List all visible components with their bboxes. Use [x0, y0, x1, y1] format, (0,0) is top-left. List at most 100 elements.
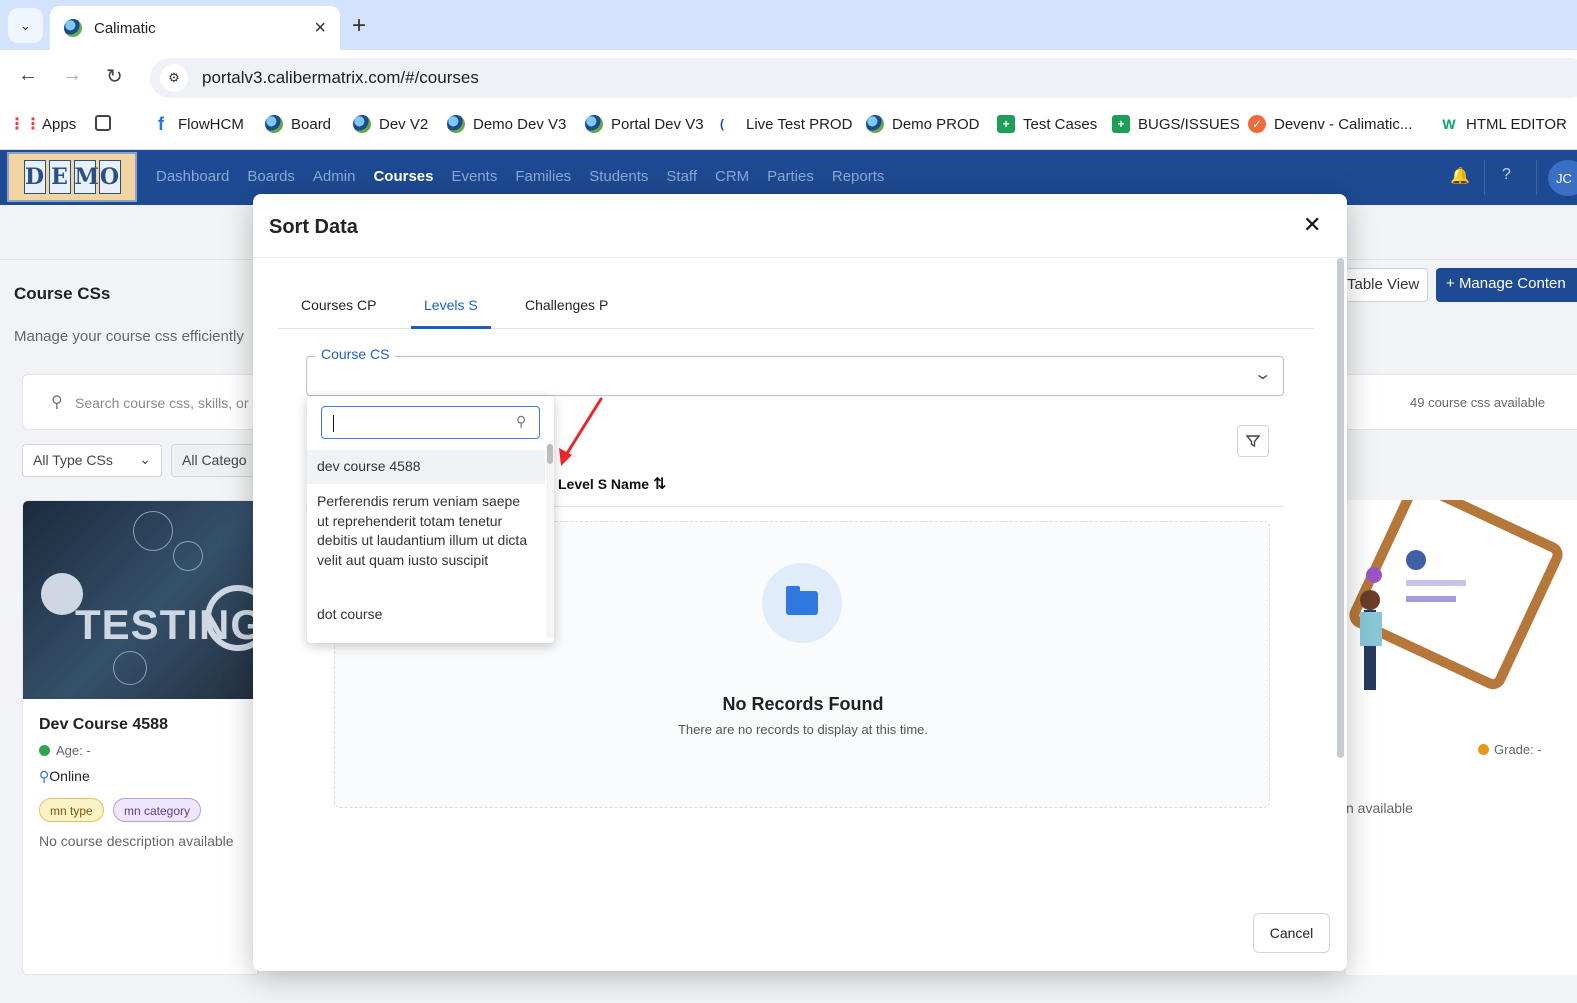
course-card-grade: Grade: -: [1478, 742, 1542, 757]
site-settings-icon[interactable]: ⚙: [160, 64, 188, 92]
course-search-input[interactable]: Search course css, skills, or: [75, 395, 249, 411]
course-card[interactable]: TESTING Dev Course 4588 Age: - ⚲Online m…: [22, 500, 258, 975]
logo-letter: D: [23, 160, 46, 194]
course-card-description: No course description available: [39, 833, 234, 849]
active-tab-indicator: [411, 326, 491, 329]
dropdown-scroll-thumb[interactable]: [547, 444, 553, 464]
modal-scrollbar[interactable]: [1337, 258, 1344, 758]
globe-icon: (: [720, 117, 724, 131]
bookmark-flowhcm[interactable]: f FlowHCM: [152, 113, 244, 134]
type-filter-select[interactable]: All Type CSs ⌄: [22, 444, 162, 477]
nav-families[interactable]: Families: [515, 168, 571, 185]
bookmark-label: BUGS/ISSUES: [1138, 115, 1240, 133]
dropdown-option[interactable]: dot course: [307, 605, 545, 625]
browser-tab[interactable]: Calimatic ×: [50, 6, 340, 50]
globe-icon: [265, 115, 283, 133]
sort-tabs: Courses CP Levels S Challenges P: [278, 282, 1314, 329]
manage-content-button[interactable]: + Manage Conten: [1436, 268, 1577, 302]
tab-levels-s[interactable]: Levels S: [424, 297, 478, 313]
testing-image-text: TESTING: [75, 601, 258, 648]
back-icon[interactable]: ←: [18, 64, 38, 87]
mode-text: Online: [49, 768, 90, 784]
available-count: 49 course css available: [1410, 395, 1546, 410]
header-divider: [1536, 160, 1537, 195]
forward-icon[interactable]: →: [62, 64, 82, 87]
header-divider: [1484, 160, 1485, 195]
bookmark-label: HTML EDITOR: [1466, 115, 1567, 133]
nav-admin[interactable]: Admin: [313, 168, 356, 185]
decor-circle: [173, 541, 203, 571]
help-icon[interactable]: ?: [1502, 166, 1511, 184]
nav-events[interactable]: Events: [451, 168, 497, 185]
bookmark-html-editor[interactable]: W HTML EDITOR: [1440, 115, 1567, 133]
bookmark-label: Board: [291, 115, 332, 133]
tab-courses-cp[interactable]: Courses CP: [301, 297, 376, 313]
column-header-label: Level S Name: [558, 476, 650, 492]
course-card-title: Dev Course 4588: [39, 716, 168, 733]
logo-letter: M: [73, 160, 99, 194]
dropdown-search-input[interactable]: ⚲: [321, 406, 540, 439]
tab-challenges-p[interactable]: Challenges P: [525, 297, 608, 313]
bookmark-label: Demo PROD: [892, 115, 980, 133]
bookmark-portal-dev-v3[interactable]: Portal Dev V3: [585, 115, 704, 133]
bookmark-label: Portal Dev V3: [611, 115, 704, 133]
course-card-mode: ⚲Online: [39, 768, 90, 785]
url-field[interactable]: ⚙ portalv3.calibermatrix.com/#/courses: [150, 58, 1577, 98]
bookmark-live-test-prod[interactable]: ( Live Test PROD: [718, 115, 852, 133]
tab-search-icon[interactable]: ⌄: [8, 8, 43, 43]
decor-circle: [133, 511, 173, 551]
close-tab-icon[interactable]: ×: [314, 17, 326, 40]
modal-header: Sort Data ✕: [253, 194, 1347, 258]
nav-staff[interactable]: Staff: [666, 168, 697, 185]
nav-dashboard[interactable]: Dashboard: [156, 168, 229, 185]
demo-logo[interactable]: D E M O: [7, 152, 137, 202]
bookmark-tab-groups[interactable]: [95, 115, 119, 131]
tab-title: Calimatic: [94, 19, 156, 37]
nav-crm[interactable]: CRM: [715, 168, 749, 185]
avatar[interactable]: JC: [1548, 160, 1577, 196]
bell-icon[interactable]: 🔔: [1450, 166, 1470, 186]
sort-icon[interactable]: ⇅: [653, 476, 666, 493]
globe-icon: [447, 115, 465, 133]
bookmark-devenv[interactable]: ✓ Devenv - Calimatic...: [1248, 115, 1412, 133]
bookmark-bugs-issues[interactable]: + BUGS/ISSUES: [1112, 115, 1240, 133]
globe-icon: [353, 115, 371, 133]
empty-title: No Records Found: [722, 694, 884, 714]
bookmark-demo-prod[interactable]: Demo PROD: [866, 115, 980, 133]
nav-students[interactable]: Students: [589, 168, 648, 185]
logo-letter: O: [98, 160, 121, 194]
bookmark-label: Live Test PROD: [746, 115, 853, 133]
course-card-partial[interactable]: [1346, 500, 1577, 975]
nav-parties[interactable]: Parties: [767, 168, 814, 185]
reload-icon[interactable]: ↻: [106, 64, 123, 89]
modal-title: Sort Data: [269, 216, 358, 238]
dropdown-option[interactable]: Perferendis rerum veniam saepe ut repreh…: [307, 492, 545, 570]
manage-content-label: Manage Conten: [1458, 275, 1566, 292]
text-caret: [333, 415, 334, 432]
course-cs-select[interactable]: [306, 356, 1284, 396]
level-name-column-header[interactable]: Level S Name ⇅: [558, 474, 666, 494]
close-icon[interactable]: ✕: [1303, 214, 1321, 236]
cancel-button[interactable]: Cancel: [1253, 913, 1330, 953]
dropdown-scrollbar[interactable]: [546, 442, 554, 638]
nav-courses[interactable]: Courses: [373, 168, 433, 185]
logo-letter: E: [48, 160, 71, 194]
nav-boards[interactable]: Boards: [247, 168, 295, 185]
dropdown-option[interactable]: dev course 4588: [307, 450, 545, 484]
nav-reports[interactable]: Reports: [832, 168, 885, 185]
filter-button[interactable]: [1237, 425, 1269, 457]
bookmark-board[interactable]: Board: [265, 115, 331, 133]
w3schools-icon: W: [1442, 116, 1456, 132]
course-card-age: Age: -: [39, 743, 91, 758]
bookmark-test-cases[interactable]: + Test Cases: [997, 115, 1097, 133]
type-tag: mn type: [39, 798, 104, 822]
bookmark-label: Demo Dev V3: [473, 115, 567, 133]
bookmark-apps[interactable]: ⋮⋮ Apps: [9, 115, 76, 134]
search-icon: ⚲: [51, 394, 63, 411]
chevron-down-icon[interactable]: ⌄: [1253, 364, 1272, 384]
globe-icon: [866, 115, 884, 133]
bookmark-demo-dev-v3[interactable]: Demo Dev V3: [447, 115, 566, 133]
new-tab-icon[interactable]: +: [352, 12, 366, 40]
flowhcm-icon: f: [158, 113, 164, 134]
bookmark-dev-v2[interactable]: Dev V2: [353, 115, 428, 133]
